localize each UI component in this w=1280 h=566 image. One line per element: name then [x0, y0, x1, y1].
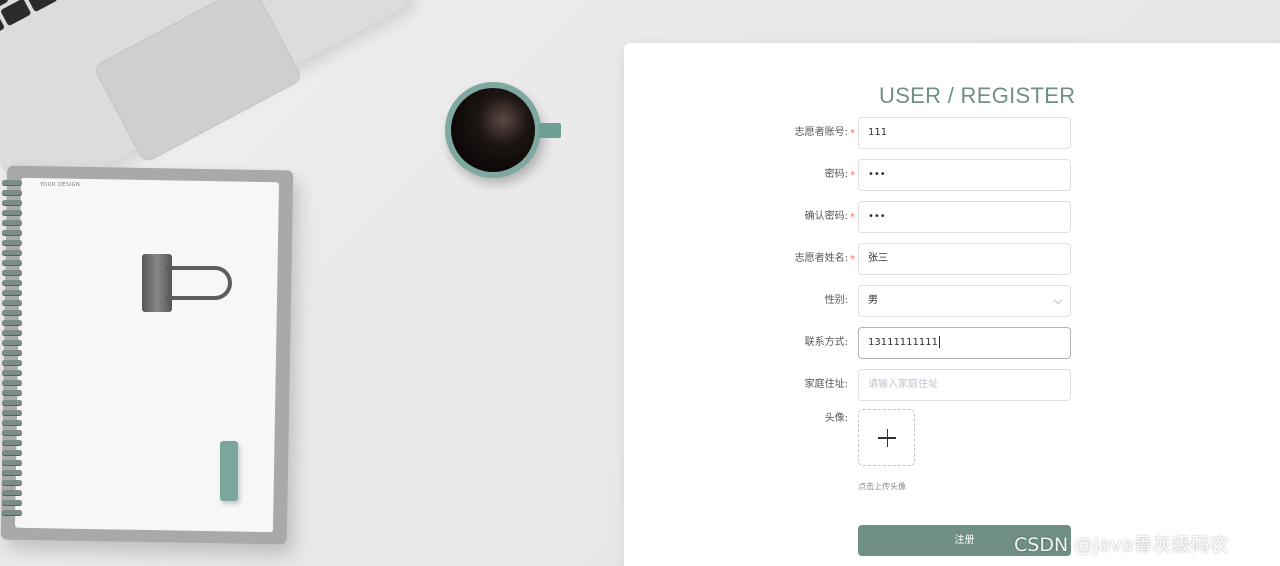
required-marker: * [850, 128, 855, 139]
spiral-ring [2, 400, 22, 405]
spiral-ring [2, 330, 22, 335]
spiral-ring [2, 180, 22, 185]
confirm-password-input[interactable]: ••• [858, 201, 1071, 233]
spiral-ring [2, 190, 22, 195]
required-marker: * [850, 254, 855, 265]
spiral-ring [2, 390, 22, 395]
spiral-ring [2, 500, 22, 505]
spiral-ring [2, 290, 22, 295]
spiral-ring [2, 350, 22, 355]
watermark: CSDN @Java骨灰级码农 [1014, 534, 1229, 556]
phone-input-value: 13111111111 [868, 337, 938, 348]
form-row-account: 志愿者账号: * 111 [624, 117, 1280, 149]
form-row-confirm-password: 确认密码: * ••• [624, 201, 1280, 233]
spiral-ring [2, 370, 22, 375]
field-label: 密码: [824, 169, 848, 180]
form-row-name: 志愿者姓名: * 张三 [624, 243, 1280, 275]
spiral-ring [2, 360, 22, 365]
spiral-ring [2, 450, 22, 455]
spiral-ring [2, 440, 22, 445]
form-row-phone: 联系方式: 13111111111 [624, 327, 1280, 359]
spiral-ring [2, 310, 22, 315]
field-label: 联系方式: [804, 337, 848, 348]
spiral-ring [2, 250, 22, 255]
form-row-avatar: 头像: [624, 409, 1280, 441]
gender-select-value: 男 [868, 295, 878, 306]
required-marker: * [850, 212, 855, 223]
required-marker: * [850, 170, 855, 181]
register-card: USER / REGISTER 志愿者账号: * 111 密码: * ••• 确… [624, 43, 1280, 566]
name-input[interactable]: 张三 [858, 243, 1071, 275]
spiral-ring [2, 230, 22, 235]
address-input-placeholder: 请输入家庭住址 [868, 379, 938, 390]
coffee-cup-illustration [445, 82, 541, 178]
spiral-ring [2, 480, 22, 485]
spiral-ring [2, 430, 22, 435]
spiral-ring [2, 320, 22, 325]
phone-input[interactable]: 13111111111 [858, 327, 1071, 359]
spiral-ring [2, 280, 22, 285]
notebook-spiral [0, 180, 22, 530]
gender-select[interactable]: 男 [858, 285, 1071, 317]
chevron-down-icon [1053, 295, 1063, 305]
eraser-illustration [220, 441, 238, 501]
field-label: 头像: [824, 413, 848, 424]
field-label: 确认密码: [804, 211, 848, 222]
field-label: 志愿者姓名: [794, 253, 848, 264]
page-title: USER / REGISTER [879, 83, 1076, 108]
avatar-uploader[interactable] [858, 409, 915, 466]
spiral-ring [2, 420, 22, 425]
spiral-ring [2, 300, 22, 305]
form-row-password: 密码: * ••• [624, 159, 1280, 191]
spiral-ring [2, 340, 22, 345]
field-label: 志愿者账号: [794, 127, 848, 138]
spiral-ring [2, 200, 22, 205]
password-input[interactable]: ••• [858, 159, 1071, 191]
form-row-gender: 性别: 男 [624, 285, 1280, 317]
spiral-ring [2, 270, 22, 275]
address-input[interactable]: 请输入家庭住址 [858, 369, 1071, 401]
spiral-ring [2, 510, 22, 515]
field-label: 性别: [824, 295, 848, 306]
binder-clip-illustration [142, 252, 234, 312]
spiral-ring [2, 210, 22, 215]
field-label: 家庭住址: [804, 379, 848, 390]
form-row-address: 家庭住址: 请输入家庭住址 [624, 369, 1280, 401]
spiral-ring [2, 260, 22, 265]
notebook-label: YOUR DESIGN [40, 182, 81, 188]
account-input[interactable]: 111 [858, 117, 1071, 149]
spiral-ring [2, 470, 22, 475]
spiral-ring [2, 240, 22, 245]
spiral-ring [2, 490, 22, 495]
spiral-ring [2, 460, 22, 465]
spiral-ring [2, 380, 22, 385]
spiral-ring [2, 410, 22, 415]
notebook-illustration [0, 165, 294, 545]
spiral-ring [2, 220, 22, 225]
upload-tip: 点击上传头像 [858, 482, 906, 491]
text-cursor [939, 336, 940, 348]
